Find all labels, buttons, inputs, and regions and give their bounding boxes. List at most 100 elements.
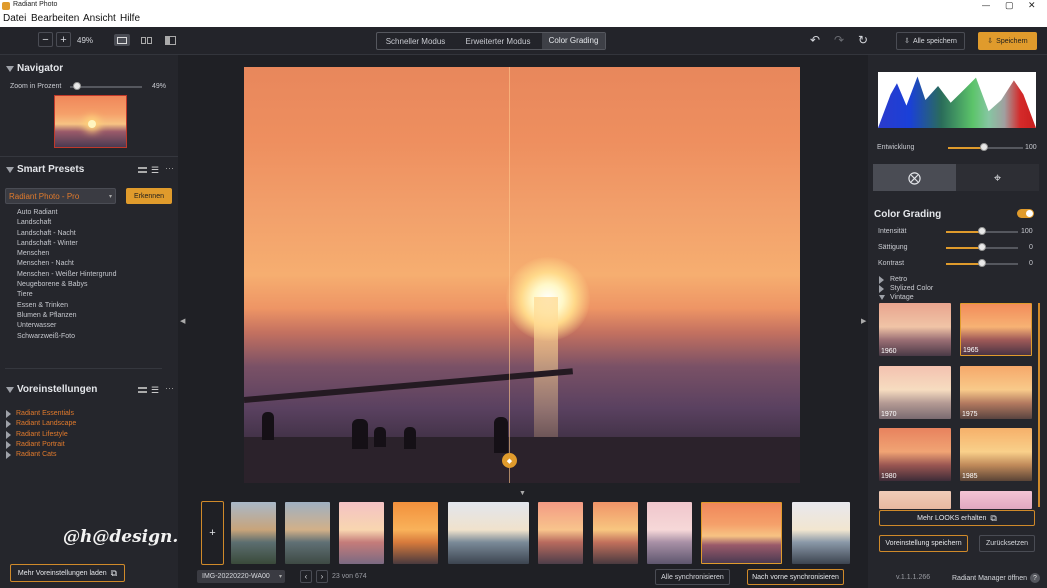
look-1980[interactable]: 1980 (879, 428, 951, 481)
folder-item[interactable]: Radiant Essentials (6, 409, 156, 419)
mode-erweiterter-button[interactable]: Erweiterter Modus (454, 37, 542, 46)
folder-item[interactable]: Radiant Portrait (6, 440, 156, 450)
preset-item[interactable]: Landschaft - Nacht (17, 229, 167, 239)
development-knob[interactable] (980, 143, 988, 151)
preset-item[interactable]: Menschen - Weißer Hintergrund (17, 270, 167, 280)
smart-presets-collapse-icon[interactable] (6, 167, 14, 173)
contrast-knob[interactable] (978, 259, 986, 267)
navigator-collapse-icon[interactable] (6, 66, 14, 72)
tree-item-retro[interactable]: Retro (879, 275, 933, 284)
color-grading-tab[interactable]: ⨂ (873, 164, 956, 191)
compare-split-handle-icon[interactable]: ◆ (502, 453, 517, 468)
filmstrip-thumb[interactable] (231, 502, 276, 564)
save-all-button[interactable]: ⇩ Alle speichern (896, 32, 965, 50)
folder-item[interactable]: Radiant Landscape (6, 419, 156, 429)
look-label: 1960 (881, 348, 897, 355)
menu-ansicht[interactable]: Ansicht (83, 13, 116, 24)
left-collapse-arrow-icon[interactable]: ◀ (180, 317, 185, 325)
save-preset-button[interactable]: Voreinstellung speichern (879, 535, 968, 552)
sync-all-button[interactable]: Alle synchronisieren (655, 569, 730, 585)
look-1960[interactable]: 1960 (879, 303, 951, 356)
more-options-icon[interactable]: ··· (165, 383, 174, 393)
look-1970[interactable]: 1970 (879, 366, 951, 419)
preset-item[interactable]: Menschen - Nacht (17, 259, 167, 269)
intensity-slider-fill (946, 231, 982, 233)
filmstrip-thumb[interactable] (792, 502, 850, 564)
preset-item[interactable]: Schwarzweiß-Foto (17, 332, 167, 342)
filmstrip-toggle-icon[interactable]: ▼ (519, 490, 526, 497)
compare-view-icon[interactable] (163, 34, 177, 46)
preset-item[interactable]: Unterwasser (17, 321, 167, 331)
load-more-presets-button[interactable]: Mehr Voreinstellungen laden ⧉ (10, 564, 125, 582)
previous-image-button[interactable]: ‹ (300, 570, 312, 583)
redo-icon[interactable]: ↷ (834, 33, 844, 47)
filmstrip-thumb[interactable] (593, 502, 638, 564)
folder-item[interactable]: Radiant Lifestyle (6, 430, 156, 440)
maximize-icon[interactable]: ▢ (1005, 0, 1014, 11)
filmstrip-thumb[interactable] (538, 502, 583, 564)
filename-dropdown[interactable]: IMG-20220220-WA00 ▾ (197, 570, 285, 583)
zoom-out-button[interactable]: − (38, 32, 53, 47)
save-button[interactable]: ⇩ Speichern (978, 32, 1037, 50)
folder-item[interactable]: Radiant Cats (6, 450, 156, 460)
voreinstellungen-collapse-icon[interactable] (6, 387, 14, 393)
more-looks-button[interactable]: Mehr LOOKS erhalten ⧉ (879, 510, 1035, 526)
grid-view-icon[interactable] (138, 387, 147, 393)
sync-front-button[interactable]: Nach vorne synchronisieren (747, 569, 844, 585)
navigator-thumbnail[interactable] (54, 95, 127, 148)
more-options-icon[interactable]: ··· (165, 163, 174, 173)
look-next-2[interactable] (960, 491, 1032, 509)
filmstrip-thumb[interactable] (393, 502, 438, 564)
split-view-icon[interactable] (139, 34, 153, 46)
filmstrip-thumb[interactable] (339, 502, 384, 564)
right-collapse-arrow-icon[interactable]: ▶ (861, 317, 866, 325)
voreinstellungen-list: Radiant Essentials Radiant Landscape Rad… (6, 409, 156, 460)
preset-item[interactable]: Blumen & Pflanzen (17, 311, 167, 321)
filmstrip-thumb[interactable] (448, 502, 529, 564)
main-photo[interactable]: ◆ (244, 67, 800, 483)
zoom-in-button[interactable]: + (56, 32, 71, 47)
close-icon[interactable]: ✕ (1028, 0, 1036, 11)
preset-item[interactable]: Landschaft - Winter (17, 239, 167, 249)
undo-icon[interactable]: ↶ (810, 33, 820, 47)
filmstrip-thumb-selected[interactable] (701, 502, 782, 564)
list-view-icon[interactable]: ☰ (151, 385, 159, 396)
preset-item[interactable]: Landschaft (17, 218, 167, 228)
filmstrip-thumb[interactable] (647, 502, 692, 564)
preset-item[interactable]: Menschen (17, 249, 167, 259)
list-view-icon[interactable]: ☰ (151, 165, 159, 176)
mode-schneller-button[interactable]: Schneller Modus (377, 37, 454, 46)
preset-item[interactable]: Auto Radiant (17, 208, 167, 218)
menu-datei[interactable]: Datei (3, 13, 26, 24)
preset-item[interactable]: Essen & Trinken (17, 301, 167, 311)
navigator-zoom-knob[interactable] (73, 82, 81, 90)
look-1975[interactable]: 1975 (960, 366, 1032, 419)
menu-hilfe[interactable]: Hilfe (120, 13, 140, 24)
selective-tab[interactable]: ⌖ (956, 164, 1039, 191)
look-next-1[interactable] (879, 491, 951, 509)
single-view-icon[interactable] (114, 34, 130, 46)
next-image-button[interactable]: › (316, 570, 328, 583)
reset-icon[interactable]: ↻ (858, 33, 868, 47)
filmstrip-thumb[interactable] (285, 502, 330, 564)
grid-view-icon[interactable] (138, 167, 147, 173)
add-image-button[interactable]: + (201, 501, 224, 565)
minimize-icon[interactable]: — (982, 1, 990, 10)
menu-bearbeiten[interactable]: Bearbeiten (31, 13, 79, 24)
intensity-knob[interactable] (978, 227, 986, 235)
reset-button[interactable]: Zurücksetzen (979, 535, 1035, 552)
download-icon: ⇩ (987, 38, 994, 45)
color-grading-toggle[interactable] (1017, 209, 1034, 218)
detect-button[interactable]: Erkennen (126, 188, 172, 204)
preset-dropdown[interactable]: Radiant Photo - Pro ▾ (5, 188, 116, 204)
look-1965[interactable]: 1965 (960, 303, 1032, 356)
preset-item[interactable]: Neugeborene & Babys (17, 280, 167, 290)
looks-scrollbar[interactable] (1038, 303, 1040, 507)
tree-item-vintage[interactable]: Vintage (879, 293, 933, 302)
radiant-manager-link[interactable]: Radiant Manager öffnen? (952, 573, 1040, 583)
look-1985[interactable]: 1985 (960, 428, 1032, 481)
saturation-knob[interactable] (978, 243, 986, 251)
preset-item[interactable]: Tiere (17, 290, 167, 300)
mode-color-grading-button[interactable]: Color Grading (542, 33, 605, 49)
tree-item-stylized[interactable]: Stylized Color (879, 284, 933, 293)
